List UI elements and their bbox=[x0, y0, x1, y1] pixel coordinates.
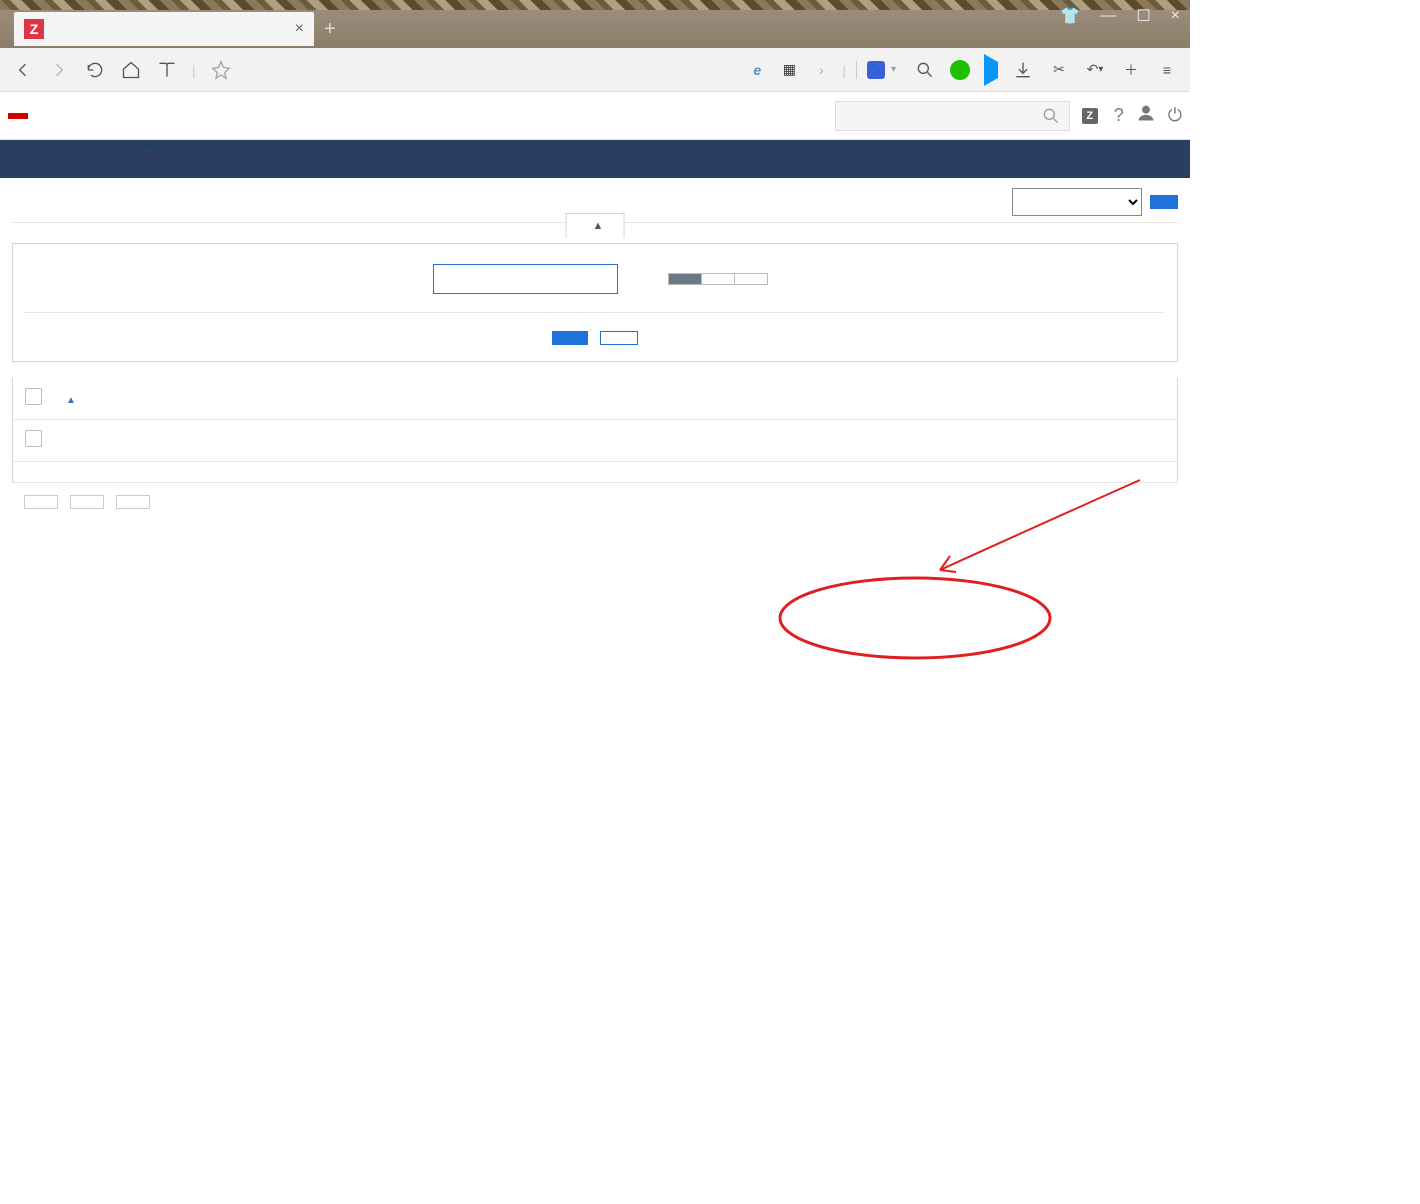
header-search[interactable] bbox=[835, 101, 1070, 131]
table-footer bbox=[13, 462, 1178, 483]
window-tshirt-icon[interactable]: 👕 bbox=[1060, 6, 1080, 26]
apply-button[interactable] bbox=[552, 331, 588, 345]
browser-chrome: Z × + 👕 — ☐ × bbox=[0, 0, 1190, 48]
subnav-host-groups[interactable] bbox=[12, 150, 36, 168]
sort-asc-icon: ▲ bbox=[66, 395, 76, 406]
subnav-services[interactable] bbox=[180, 150, 204, 168]
undo-icon[interactable]: ↶▾ bbox=[1084, 59, 1106, 81]
menu-reports[interactable] bbox=[104, 102, 132, 130]
back-icon[interactable] bbox=[12, 59, 34, 81]
bulk-enable-button[interactable] bbox=[24, 495, 58, 509]
play-icon[interactable] bbox=[984, 62, 998, 78]
scissors-icon[interactable]: ✂ bbox=[1048, 59, 1070, 81]
menu-monitoring[interactable] bbox=[48, 102, 76, 130]
row-conditions bbox=[595, 420, 715, 462]
star-icon[interactable] bbox=[210, 59, 232, 81]
col-operations bbox=[715, 378, 1098, 420]
window-controls: 👕 — ☐ × bbox=[1060, 6, 1180, 26]
power-icon[interactable]: ⏻ bbox=[1168, 105, 1182, 126]
filter-arrow-icon: ▲ bbox=[593, 220, 604, 232]
zabbix-favicon: Z bbox=[24, 19, 44, 39]
menu-configuration[interactable] bbox=[132, 102, 160, 130]
zabbix-header: Z ? ⏻ bbox=[0, 92, 1190, 140]
subnav-hosts[interactable] bbox=[60, 150, 84, 168]
status-button-group bbox=[668, 273, 768, 285]
subnav-templates[interactable] bbox=[36, 150, 60, 168]
menu-administration[interactable] bbox=[160, 102, 188, 130]
subnav-actions[interactable] bbox=[108, 150, 132, 168]
page-content: ▲ bbox=[0, 178, 1190, 519]
book-icon[interactable] bbox=[156, 59, 178, 81]
col-status[interactable] bbox=[1098, 378, 1178, 420]
chevron-right-icon: › bbox=[810, 59, 832, 81]
baidu-icon[interactable]: 🐾 bbox=[867, 61, 885, 79]
col-name[interactable]: ▲ bbox=[54, 378, 595, 420]
header-search-input[interactable] bbox=[844, 108, 1041, 123]
subnav-event-correlation[interactable] bbox=[132, 150, 156, 168]
help-icon[interactable]: ? bbox=[1114, 105, 1124, 126]
chevron-down-icon[interactable]: ▾ bbox=[891, 64, 896, 75]
filter-name-input[interactable] bbox=[433, 264, 618, 294]
bulk-delete-button[interactable] bbox=[116, 495, 150, 509]
close-tab-icon[interactable]: × bbox=[295, 20, 304, 38]
plus-icon[interactable]: ＋ bbox=[1120, 59, 1142, 81]
create-action-button[interactable] bbox=[1150, 195, 1178, 209]
zabbix-logo[interactable] bbox=[8, 113, 28, 119]
share-button[interactable]: Z bbox=[1082, 108, 1102, 124]
search-icon[interactable] bbox=[914, 59, 936, 81]
forward-icon[interactable] bbox=[48, 59, 70, 81]
browser-toolbar: | e ▦ › | 🐾 ▾ ✂ ↶▾ ＋ ≡ bbox=[0, 48, 1190, 92]
filter-box bbox=[12, 243, 1178, 362]
window-close-icon[interactable]: × bbox=[1171, 7, 1180, 25]
wechat-icon[interactable] bbox=[950, 60, 970, 80]
row-checkbox[interactable] bbox=[25, 430, 42, 447]
new-tab-button[interactable]: + bbox=[324, 18, 336, 41]
menu-inventory[interactable] bbox=[76, 102, 104, 130]
filter-toggle[interactable]: ▲ bbox=[566, 213, 625, 238]
menu-icon[interactable]: ≡ bbox=[1156, 59, 1178, 81]
actions-table: ▲ bbox=[12, 378, 1178, 483]
reset-button[interactable] bbox=[600, 331, 638, 345]
qr-icon[interactable]: ▦ bbox=[778, 59, 800, 81]
download-icon[interactable] bbox=[1012, 59, 1034, 81]
bulk-disable-button[interactable] bbox=[70, 495, 104, 509]
status-disabled[interactable] bbox=[735, 274, 767, 284]
search-icon[interactable] bbox=[1041, 106, 1061, 126]
browser-tab[interactable]: Z × bbox=[14, 12, 314, 46]
window-maximize-icon[interactable]: ☐ bbox=[1136, 6, 1150, 26]
footer bbox=[0, 869, 1190, 919]
z-badge-icon: Z bbox=[1082, 108, 1098, 124]
home-icon[interactable] bbox=[120, 59, 142, 81]
subnav-discovery[interactable] bbox=[156, 150, 180, 168]
row-operations bbox=[715, 420, 1098, 462]
subnav-maintenance[interactable] bbox=[84, 150, 108, 168]
sub-nav bbox=[0, 140, 1190, 178]
reload-icon[interactable] bbox=[84, 59, 106, 81]
col-conditions bbox=[595, 378, 715, 420]
status-any[interactable] bbox=[669, 274, 702, 284]
main-menu bbox=[48, 102, 188, 130]
bulk-action-bar bbox=[12, 495, 1178, 509]
window-minimize-icon[interactable]: — bbox=[1100, 7, 1116, 25]
table-row bbox=[13, 420, 1178, 462]
ie-icon[interactable]: e bbox=[746, 59, 768, 81]
select-all-checkbox[interactable] bbox=[25, 388, 42, 405]
user-icon[interactable] bbox=[1136, 103, 1156, 128]
event-source-select[interactable] bbox=[1012, 188, 1142, 216]
status-enabled[interactable] bbox=[702, 274, 735, 284]
